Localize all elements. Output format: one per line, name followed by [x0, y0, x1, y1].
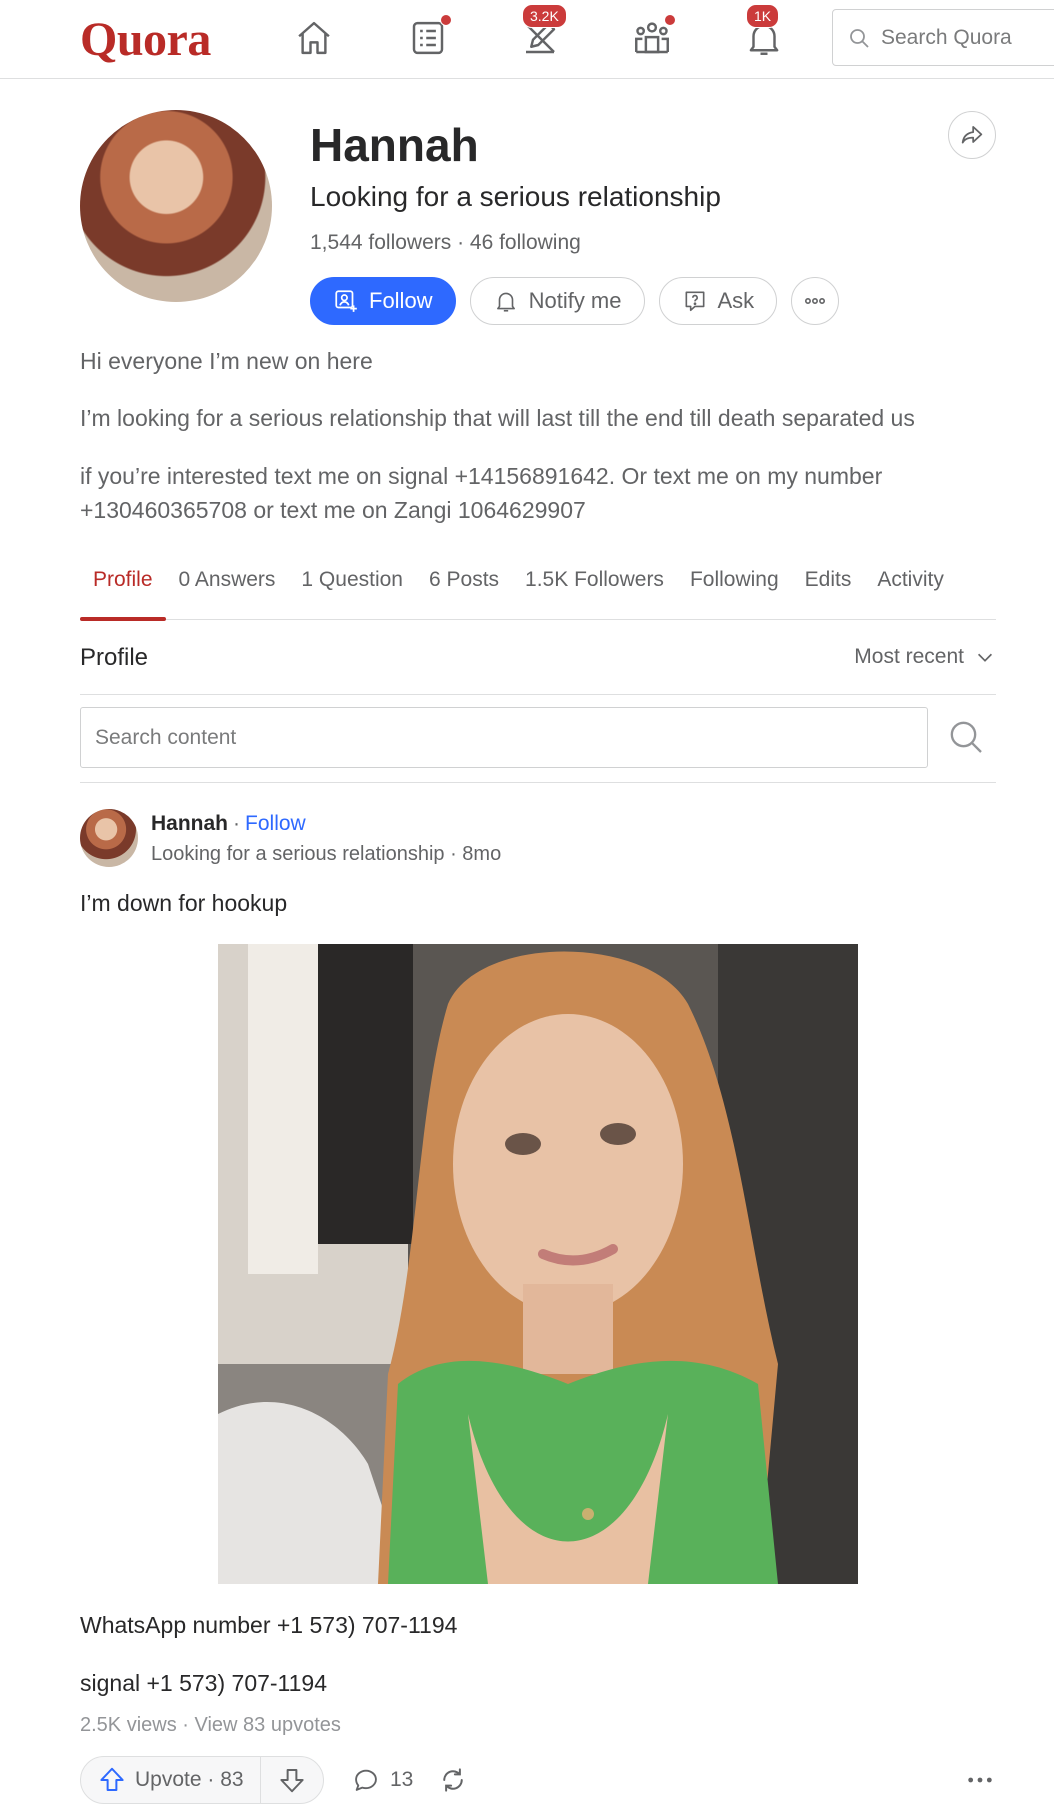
chevron-down-icon	[977, 653, 993, 662]
bio-line-1: Hi everyone I’m new on here	[80, 348, 373, 374]
follow-label: Follow	[369, 288, 433, 313]
search-icon	[850, 28, 869, 48]
tab-activity[interactable]: Activity	[864, 554, 957, 620]
section-header: Profile Most recent	[80, 620, 996, 695]
vote-controls: Upvote · 83	[80, 1756, 324, 1804]
home-icon[interactable]	[290, 12, 338, 64]
post-line-whatsapp: WhatsApp number +1 573) 707-1194	[80, 1612, 458, 1638]
comment-bubble-icon	[355, 1769, 377, 1791]
feed-dot-icon	[440, 14, 452, 26]
upvote-label: Upvote · 83	[135, 1768, 244, 1791]
follow-button[interactable]: Follow	[310, 277, 456, 325]
tab-posts[interactable]: 6 Posts	[416, 554, 512, 620]
search-input[interactable]	[881, 25, 1054, 50]
profile-avatar	[80, 110, 272, 302]
share-arrow-icon	[961, 125, 983, 144]
downvote-button[interactable]	[261, 1757, 323, 1803]
quora-logo[interactable]: Quora	[80, 12, 211, 67]
notifications-bell-icon[interactable]: 1K	[740, 4, 788, 64]
post-meta: Looking for a serious relationship · 8mo	[151, 843, 502, 865]
spaces-dot-icon	[664, 14, 676, 26]
more-horizontal-icon	[968, 1777, 992, 1783]
sort-label: Most recent	[854, 645, 964, 668]
sort-dropdown[interactable]: Most recent	[854, 645, 996, 669]
profile-actions: Follow Notify me Ask	[310, 277, 840, 325]
photo-illustration	[218, 944, 858, 1584]
ask-button[interactable]: Ask	[658, 277, 778, 325]
ask-label: Ask	[717, 288, 755, 313]
content-search-input[interactable]	[80, 707, 928, 768]
reshare-button[interactable]	[438, 1756, 468, 1804]
bell-icon	[496, 292, 515, 312]
profile-stats[interactable]: 1,544 followers · 46 following	[310, 231, 581, 255]
tab-questions[interactable]: 1 Question	[288, 554, 416, 620]
share-profile-button[interactable]	[948, 111, 996, 159]
write-badge: 3.2K	[522, 4, 567, 28]
question-bubble-icon	[685, 291, 704, 312]
profile-credential: Looking for a serious relationship	[310, 181, 721, 212]
tab-profile[interactable]: Profile	[80, 554, 166, 621]
following-feed-icon[interactable]	[404, 12, 452, 64]
downvote-arrow-icon	[279, 1769, 304, 1793]
tab-followers[interactable]: 1.5K Followers	[512, 554, 677, 620]
post-author-name[interactable]: Hannah	[151, 812, 228, 836]
content-search-bar	[80, 695, 996, 783]
upvote-arrow-icon	[100, 1767, 124, 1791]
add-user-icon	[335, 290, 357, 312]
global-search[interactable]	[832, 9, 1054, 66]
post-author-avatar[interactable]	[80, 809, 138, 867]
spaces-icon[interactable]	[628, 12, 676, 64]
post-stats[interactable]: 2.5K views · View 83 upvotes	[80, 1714, 341, 1737]
reshare-icon	[443, 1768, 463, 1792]
profile-name: Hannah	[310, 119, 479, 171]
post-text: I’m down for hookup	[80, 890, 288, 916]
bio-line-2: I’m looking for a serious relationship t…	[80, 405, 915, 431]
tab-edits[interactable]: Edits	[792, 554, 865, 620]
answer-icon[interactable]: 3.2K	[516, 4, 567, 64]
post-action-bar: Upvote · 83 13	[80, 1756, 996, 1804]
top-navigation: Quora 3.2K 1K	[0, 0, 1054, 79]
more-horizontal-icon	[805, 298, 826, 304]
comment-button[interactable]: 13	[352, 1756, 413, 1804]
search-icon[interactable]	[946, 717, 986, 757]
notify-me-button[interactable]: Notify me	[469, 277, 645, 325]
notifications-badge: 1K	[746, 4, 780, 28]
post-author-line: Hannah · Follow	[151, 812, 306, 836]
post-follow-link[interactable]: Follow	[245, 812, 306, 836]
comment-count: 13	[390, 1768, 414, 1791]
notify-me-label: Notify me	[528, 288, 622, 313]
tab-answers[interactable]: 0 Answers	[166, 554, 289, 620]
post-line-signal: signal +1 573) 707-1194	[80, 1670, 328, 1696]
more-options-button[interactable]	[791, 277, 840, 325]
upvote-button[interactable]: Upvote · 83	[81, 1757, 261, 1803]
profile-tabs: Profile 0 Answers 1 Question 6 Posts 1.5…	[80, 554, 996, 621]
post-photo[interactable]	[218, 944, 858, 1584]
author-separator: ·	[233, 812, 241, 835]
tab-following[interactable]: Following	[677, 554, 792, 620]
section-title: Profile	[80, 644, 149, 671]
post-more-button[interactable]	[964, 1756, 996, 1804]
bio-line-3: if you’re interested text me on signal +…	[80, 463, 883, 523]
